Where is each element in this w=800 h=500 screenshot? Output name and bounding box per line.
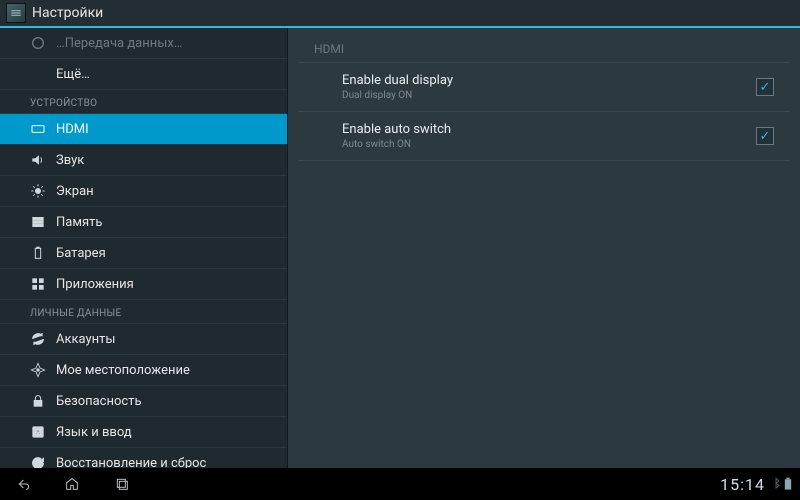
sync-icon <box>30 331 46 347</box>
sidebar-label: Экран <box>56 184 94 199</box>
sidebar-label: Мое местоположение <box>56 363 190 378</box>
sidebar-item-more[interactable]: Ещё… <box>0 59 287 90</box>
sidebar-item-truncated[interactable]: …Передача данных… <box>0 28 287 59</box>
settings-sidebar[interactable]: …Передача данных… Ещё… УСТРОЙСТВО HDMI З… <box>0 28 288 468</box>
setting-title: Enable auto switch <box>342 122 756 137</box>
sidebar-label: Язык и ввод <box>56 425 132 440</box>
sidebar-label: Память <box>56 215 102 230</box>
battery-status-icon <box>784 477 792 491</box>
language-icon: A <box>30 424 46 440</box>
status-clock[interactable]: 15:14 <box>720 475 765 494</box>
title-bar: Настройки <box>0 0 800 28</box>
apps-icon <box>30 276 46 292</box>
settings-detail-panel: HDMI Enable dual display Dual display ON… <box>288 28 800 468</box>
sidebar-item-storage[interactable]: Память <box>0 207 287 238</box>
setting-auto-switch[interactable]: Enable auto switch Auto switch ON ✓ <box>298 112 790 161</box>
sidebar-item-display[interactable]: Экран <box>0 176 287 207</box>
sidebar-item-language[interactable]: A Язык и ввод <box>0 417 287 448</box>
sidebar-item-security[interactable]: Безопасность <box>0 386 287 417</box>
location-icon <box>30 362 46 378</box>
sidebar-label: HDMI <box>56 122 89 137</box>
backup-icon <box>30 455 46 468</box>
sidebar-item-location[interactable]: Мое местоположение <box>0 355 287 386</box>
sidebar-label: Батарея <box>56 246 106 261</box>
system-nav-bar: 15:14 <box>0 468 800 500</box>
battery-icon <box>30 245 46 261</box>
sidebar-item-battery[interactable]: Батарея <box>0 238 287 269</box>
sidebar-label: Приложения <box>56 277 134 292</box>
sidebar-item-sound[interactable]: Звук <box>0 145 287 176</box>
recent-apps-button[interactable] <box>108 474 136 494</box>
home-button[interactable] <box>58 474 86 494</box>
setting-subtitle: Dual display ON <box>342 90 756 101</box>
lock-icon <box>30 393 46 409</box>
sidebar-label: Аккаунты <box>56 332 116 347</box>
app-title: Настройки <box>32 5 103 21</box>
setting-subtitle: Auto switch ON <box>342 139 756 150</box>
checkbox-icon[interactable]: ✓ <box>756 78 774 96</box>
sidebar-item-accounts[interactable]: Аккаунты <box>0 324 287 355</box>
sound-icon <box>30 152 46 168</box>
data-usage-icon <box>30 35 46 51</box>
hdmi-icon <box>30 121 46 137</box>
setting-title: Enable dual display <box>342 73 756 88</box>
bluetooth-icon <box>771 477 781 491</box>
svg-text:A: A <box>36 428 41 437</box>
sidebar-label: Восстановление и сброс <box>56 456 206 469</box>
setting-dual-display[interactable]: Enable dual display Dual display ON ✓ <box>298 63 790 112</box>
sidebar-header-personal: ЛИЧНЫЕ ДАННЫЕ <box>0 300 287 324</box>
storage-icon <box>30 214 46 230</box>
back-button[interactable] <box>8 474 36 494</box>
sidebar-label: …Передача данных… <box>56 36 183 51</box>
sidebar-header-device: УСТРОЙСТВО <box>0 90 287 114</box>
sidebar-item-apps[interactable]: Приложения <box>0 269 287 300</box>
sidebar-label: Ещё… <box>56 67 90 82</box>
section-header: HDMI <box>298 28 790 63</box>
status-icons[interactable] <box>771 477 792 491</box>
sidebar-item-backup[interactable]: Восстановление и сброс <box>0 448 287 468</box>
checkbox-icon[interactable]: ✓ <box>756 127 774 145</box>
sidebar-item-hdmi[interactable]: HDMI <box>0 114 287 145</box>
sidebar-label: Безопасность <box>56 394 142 409</box>
display-icon <box>30 183 46 199</box>
settings-app-icon <box>6 3 26 23</box>
sidebar-label: Звук <box>56 153 84 168</box>
